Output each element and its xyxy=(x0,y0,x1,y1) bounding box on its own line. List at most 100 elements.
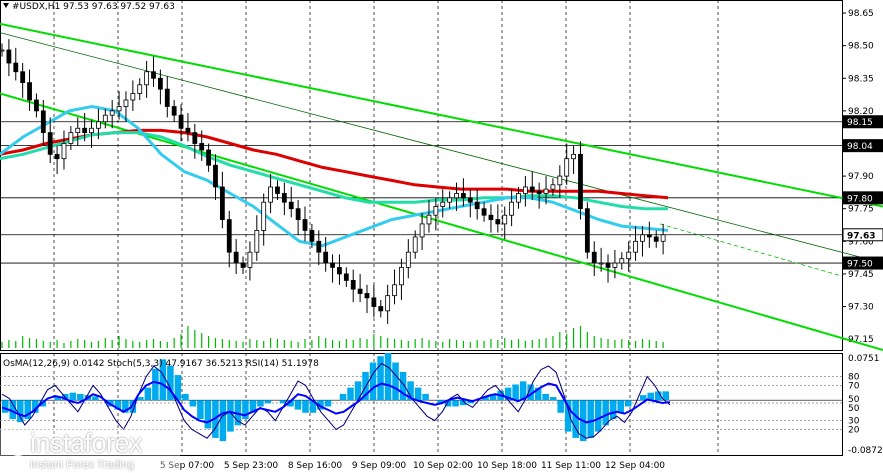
price-tag-label: 98.15 xyxy=(847,118,873,128)
candle-body xyxy=(433,206,439,216)
candle-body xyxy=(96,121,101,129)
candle-body xyxy=(405,251,411,268)
candle-body xyxy=(502,214,508,225)
candle-body xyxy=(660,234,666,242)
candle-body xyxy=(557,175,563,186)
y-tick-label: 97.30 xyxy=(848,303,874,313)
candle-body xyxy=(454,193,459,199)
candle-body xyxy=(323,251,329,264)
osma-bar xyxy=(369,362,377,401)
candle-body xyxy=(123,99,129,107)
candle-body xyxy=(364,293,370,299)
candle-body xyxy=(137,84,143,94)
candle-body xyxy=(47,132,53,155)
candle-body xyxy=(598,262,604,265)
x-tick-label: 10 Sep 02:00 xyxy=(413,461,473,471)
osma-bar xyxy=(197,400,204,420)
osma-bar xyxy=(144,387,152,401)
candle-body xyxy=(130,93,136,101)
candle-body xyxy=(192,132,198,144)
candle-body xyxy=(392,284,397,297)
candle-body xyxy=(440,201,446,207)
candle-body xyxy=(164,88,170,107)
y-tick-label: 97.75 xyxy=(848,205,874,215)
osma-bar xyxy=(617,400,624,413)
osma-bar xyxy=(69,392,77,401)
candle-body xyxy=(447,197,453,203)
candle-body xyxy=(371,297,377,307)
osma-bar xyxy=(377,356,384,401)
osma-bar xyxy=(399,371,407,401)
osma-bar xyxy=(182,393,189,401)
osma-bar xyxy=(242,400,249,420)
osma-bar xyxy=(137,397,144,401)
header-arrow-icon xyxy=(3,3,9,8)
oscillator-y-label: 50 xyxy=(848,404,860,414)
candle-body xyxy=(330,262,335,268)
osma-bar xyxy=(354,381,362,401)
candle-body xyxy=(302,219,308,231)
x-tick-label: 10 Sep 18:00 xyxy=(477,461,537,471)
y-tick-label: 97.90 xyxy=(848,172,874,182)
candle-body xyxy=(419,223,425,238)
candle-body xyxy=(275,186,280,194)
osma-bar xyxy=(392,362,399,401)
candle-body xyxy=(206,149,211,166)
osma-bar xyxy=(384,353,392,401)
price-tag-label: 97.50 xyxy=(847,260,873,270)
osma-bar xyxy=(77,393,84,401)
osma-bar xyxy=(557,400,564,413)
osma-bar xyxy=(512,384,519,401)
osma-bar xyxy=(257,400,264,407)
candle-body xyxy=(426,214,432,225)
candle-body xyxy=(316,240,322,253)
candle-body xyxy=(343,273,349,281)
osma-bar xyxy=(347,387,354,401)
osma-bar xyxy=(587,400,594,438)
candle-body xyxy=(185,127,191,134)
osma-bar xyxy=(609,400,617,420)
candle-body xyxy=(626,251,632,260)
candle-body xyxy=(619,258,625,264)
candle-body xyxy=(412,236,418,253)
candle-body xyxy=(233,251,239,264)
x-tick-label: 9 Sep 09:00 xyxy=(352,461,407,471)
instaforex-logo-icon xyxy=(6,432,30,456)
logo-tagline: Instant Forex Trading xyxy=(30,459,134,471)
candle-body xyxy=(584,208,590,253)
y-tick-label: 98.35 xyxy=(848,74,874,84)
price-tag-label: 98.04 xyxy=(847,142,873,152)
projection-line xyxy=(659,223,843,277)
candle-body xyxy=(350,280,356,290)
candle-body xyxy=(605,262,611,268)
candle-body xyxy=(219,186,225,220)
candle-body xyxy=(612,262,618,268)
main-plot-frame xyxy=(0,0,843,351)
candle-body xyxy=(529,186,535,192)
osma-bar xyxy=(219,400,227,442)
osma-bar xyxy=(422,393,429,401)
candle-body xyxy=(481,208,487,216)
logo-name: instaforex xyxy=(30,428,143,458)
candle-body xyxy=(378,306,384,312)
candle-body xyxy=(288,201,294,210)
candle-body xyxy=(522,186,528,194)
candle-body xyxy=(467,197,473,203)
candle-body xyxy=(199,143,205,151)
candle-body xyxy=(399,266,404,286)
candle-body xyxy=(89,127,94,134)
osma-bar xyxy=(542,393,549,401)
candle-body xyxy=(61,143,67,160)
candle-body xyxy=(509,201,515,216)
oscillator-y-label: -0.0872 xyxy=(848,446,883,456)
candle-body xyxy=(640,234,645,242)
candle-body xyxy=(102,114,108,123)
candle-body xyxy=(34,99,39,112)
candle-body xyxy=(564,158,570,177)
y-tick-label: 98.65 xyxy=(848,9,874,19)
osma-bar xyxy=(302,400,309,413)
candle-body xyxy=(171,106,177,116)
osma-bar xyxy=(339,393,347,401)
candle-body xyxy=(40,110,46,134)
candle-body xyxy=(550,184,556,190)
